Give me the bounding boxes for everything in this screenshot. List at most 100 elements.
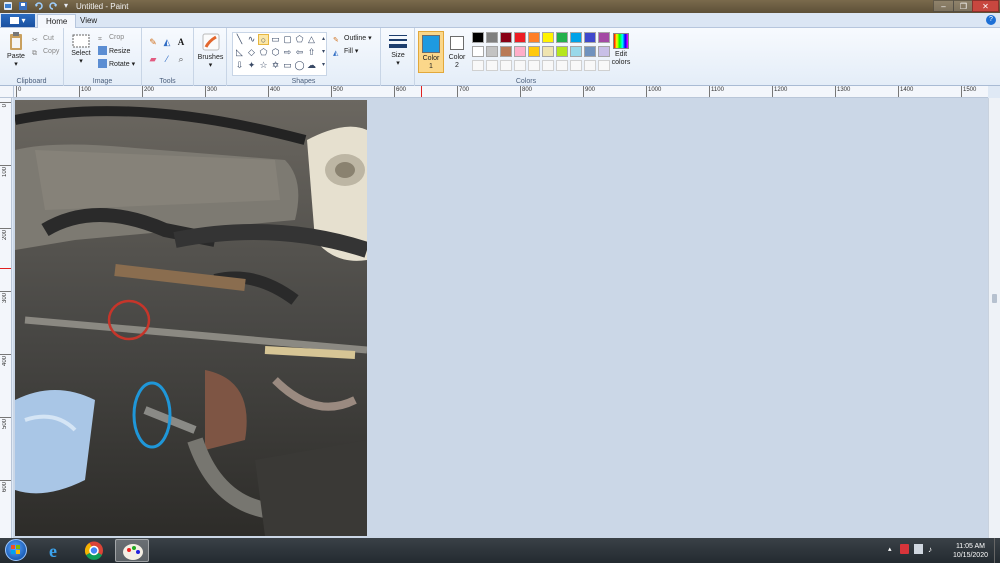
copy-button[interactable]: ⧉ Copy [32, 47, 59, 58]
palette-swatch[interactable] [542, 46, 554, 57]
ruler-label: 400 [2, 356, 8, 367]
polygon-shape-icon[interactable]: ⬠ [294, 34, 305, 45]
palette-swatch[interactable] [500, 32, 512, 43]
shapes-scroll-down-icon[interactable]: ▾ [318, 47, 329, 58]
cut-button[interactable]: ✂ Cut [32, 34, 54, 45]
save-icon[interactable] [18, 1, 28, 11]
vertical-scrollbar[interactable] [988, 98, 1000, 538]
paste-button[interactable]: Paste ▾ [4, 31, 28, 68]
palette-swatch[interactable] [528, 60, 540, 71]
volume-icon[interactable]: ♪ [928, 545, 937, 554]
windows-start-icon[interactable] [5, 539, 27, 561]
show-hidden-icons-icon[interactable]: ▴ [888, 545, 892, 553]
triangle-shape-icon[interactable]: △ [306, 34, 317, 45]
minimize-button[interactable]: – [933, 0, 954, 12]
text-tool-icon[interactable]: A [175, 36, 187, 48]
cloud-callout-shape-icon[interactable]: ☁ [306, 60, 317, 71]
palette-swatch[interactable] [472, 60, 484, 71]
palette-swatch[interactable] [500, 46, 512, 57]
clock[interactable]: 11:05 AM 10/15/2020 [953, 542, 988, 560]
palette-swatch[interactable] [556, 60, 568, 71]
chevron-down-icon[interactable]: ▾ [61, 1, 71, 11]
palette-swatch[interactable] [556, 32, 568, 43]
tab-view[interactable]: View [72, 14, 105, 28]
rounded-callout-shape-icon[interactable]: ▭ [282, 60, 293, 71]
help-icon[interactable]: ? [986, 15, 996, 25]
four-point-star-shape-icon[interactable]: ✦ [246, 60, 257, 71]
palette-swatch[interactable] [570, 46, 582, 57]
chrome-icon[interactable] [77, 539, 111, 562]
file-menu-button[interactable]: ▾ [1, 14, 35, 27]
five-point-star-shape-icon[interactable]: ☆ [258, 60, 269, 71]
palette-swatch[interactable] [584, 60, 596, 71]
palette-swatch[interactable] [584, 32, 596, 43]
palette-swatch[interactable] [514, 60, 526, 71]
resize-button[interactable]: Resize [98, 46, 130, 57]
redo-icon[interactable] [48, 1, 58, 11]
paint-app-icon[interactable] [3, 1, 13, 11]
color2-button[interactable]: Color 2 [446, 31, 468, 73]
brushes-button[interactable]: Brushes ▾ [197, 32, 224, 69]
scrollbar-thumb[interactable] [992, 294, 997, 303]
palette-swatch[interactable] [570, 32, 582, 43]
fill-button[interactable]: ◭ Fill ▾ [333, 47, 358, 58]
palette-swatch[interactable] [584, 46, 596, 57]
oval-shape-icon[interactable]: ○ [258, 34, 269, 45]
palette-swatch[interactable] [570, 60, 582, 71]
shapes-group: ╲ ∿ ○ ▭ ▢ ⬠ △ ◺ ◇ ⬠ ⬡ ⇨ ⇦ ⇧ ⇩ ✦ ☆ ✡ ▭ ◯ … [227, 28, 381, 86]
curve-shape-icon[interactable]: ∿ [246, 34, 257, 45]
palette-swatch[interactable] [486, 46, 498, 57]
right-arrow-shape-icon[interactable]: ⇨ [282, 47, 293, 58]
palette-swatch[interactable] [486, 60, 498, 71]
left-arrow-shape-icon[interactable]: ⇦ [294, 47, 305, 58]
paint-icon[interactable] [115, 539, 149, 562]
six-point-star-shape-icon[interactable]: ✡ [270, 60, 281, 71]
palette-swatch[interactable] [528, 46, 540, 57]
down-arrow-shape-icon[interactable]: ⇩ [234, 60, 245, 71]
palette-swatch[interactable] [556, 46, 568, 57]
network-icon[interactable] [914, 544, 923, 554]
palette-swatch[interactable] [472, 46, 484, 57]
internet-explorer-icon[interactable]: e [39, 539, 73, 562]
pencil-icon[interactable]: ✎ [147, 36, 159, 48]
palette-swatch[interactable] [542, 32, 554, 43]
color1-button[interactable]: Color 1 [418, 31, 444, 73]
action-center-icon[interactable] [900, 544, 909, 554]
fill-bucket-icon[interactable]: ◭ [161, 36, 173, 48]
workspace[interactable] [13, 98, 988, 538]
diamond-shape-icon[interactable]: ◇ [246, 47, 257, 58]
palette-swatch[interactable] [486, 32, 498, 43]
shapes-gallery: ╲ ∿ ○ ▭ ▢ ⬠ △ ◺ ◇ ⬠ ⬡ ⇨ ⇦ ⇧ ⇩ ✦ ☆ ✡ ▭ ◯ … [232, 32, 327, 76]
palette-swatch[interactable] [514, 46, 526, 57]
palette-swatch[interactable] [472, 32, 484, 43]
palette-swatch[interactable] [542, 60, 554, 71]
shapes-expand-icon[interactable]: ▾ [318, 60, 329, 71]
pentagon-shape-icon[interactable]: ⬠ [258, 47, 269, 58]
edit-colors-button[interactable]: Edit colors [609, 31, 633, 73]
palette-swatch[interactable] [500, 60, 512, 71]
crop-button[interactable]: ⌗ Crop [98, 33, 124, 44]
hexagon-shape-icon[interactable]: ⬡ [270, 47, 281, 58]
rounded-rectangle-shape-icon[interactable]: ▢ [282, 34, 293, 45]
maximize-button[interactable]: ❐ [953, 0, 974, 12]
drawing-canvas[interactable] [15, 100, 367, 536]
line-shape-icon[interactable]: ╲ [234, 34, 245, 45]
shapes-scroll-up-icon[interactable]: ▴ [318, 34, 329, 45]
close-button[interactable]: ✕ [972, 0, 999, 12]
tab-home[interactable]: Home [37, 14, 77, 28]
right-triangle-shape-icon[interactable]: ◺ [234, 47, 245, 58]
oval-callout-shape-icon[interactable]: ◯ [294, 60, 305, 71]
palette-swatch[interactable] [514, 32, 526, 43]
eraser-icon[interactable]: ▰ [147, 53, 159, 65]
select-button[interactable]: Select ▾ [70, 34, 92, 65]
color-picker-icon[interactable]: ⁄ [161, 53, 173, 65]
show-desktop-button[interactable] [994, 538, 1000, 563]
undo-icon[interactable] [34, 1, 44, 11]
outline-button[interactable]: ✎ Outline ▾ [333, 34, 372, 45]
rectangle-shape-icon[interactable]: ▭ [270, 34, 281, 45]
magnifier-icon[interactable]: ⌕ [175, 53, 187, 65]
rotate-button[interactable]: Rotate ▾ [98, 59, 135, 70]
palette-swatch[interactable] [528, 32, 540, 43]
up-arrow-shape-icon[interactable]: ⇧ [306, 47, 317, 58]
size-button[interactable]: Size ▾ [385, 34, 411, 67]
